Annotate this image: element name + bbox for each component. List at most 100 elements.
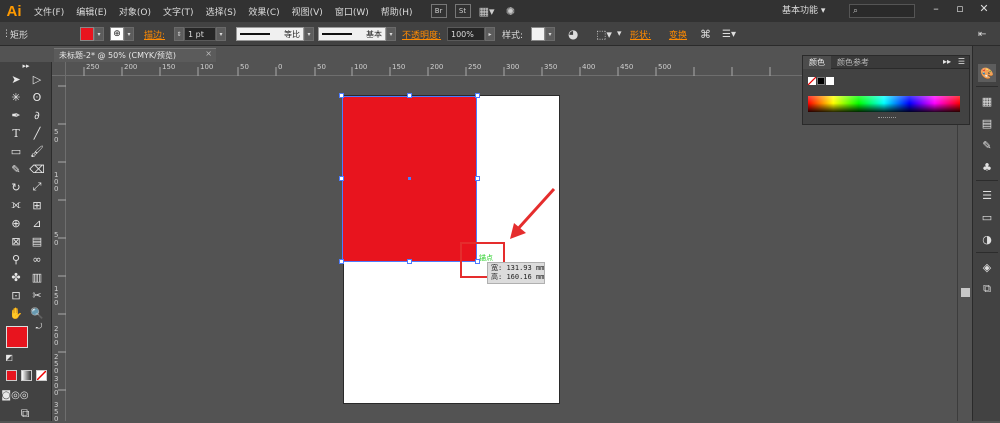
chevron-down-icon[interactable]: ▾ (216, 27, 226, 41)
swap-colors-icon[interactable]: ⤾ (34, 322, 44, 332)
isolate-icon[interactable]: ⌘ (700, 27, 711, 41)
selection-handle[interactable] (339, 259, 344, 264)
scale-tool-icon[interactable]: ⤢ (28, 178, 46, 196)
stroke-weight-input[interactable]: 1 pt (184, 27, 216, 41)
shape-label[interactable]: 形状: (630, 27, 651, 41)
screen-mode-icon[interactable]: ⧉ (16, 404, 34, 422)
gradient-tool-icon[interactable]: ▤ (28, 232, 46, 250)
close-button[interactable]: ✕ (974, 2, 994, 18)
gradient-mode-button[interactable] (21, 370, 32, 381)
arrange-documents-icon[interactable]: ▦▾ (479, 4, 495, 18)
color-guide-icon[interactable]: ▦ (978, 92, 996, 110)
default-colors-icon[interactable]: ◩ (4, 352, 14, 362)
graphic-style-swatch[interactable] (531, 27, 545, 41)
menu-type[interactable]: 文字(T) (157, 5, 200, 18)
white-swatch[interactable] (826, 77, 834, 85)
panel-menu-icon[interactable]: ☰▾ (722, 27, 736, 41)
bridge-icon[interactable]: Br (430, 4, 447, 18)
brush-select[interactable]: 基本 (318, 27, 386, 41)
none-swatch[interactable] (808, 77, 816, 85)
chevron-down-icon[interactable]: ▾ (304, 27, 314, 41)
chevron-down-icon[interactable]: ▾ (124, 27, 134, 41)
tab-color[interactable]: 颜色 (803, 55, 831, 69)
chevron-down-icon[interactable]: ▾ (94, 27, 104, 41)
color-mode-button[interactable] (6, 370, 17, 381)
recolor-icon[interactable]: ◕ (568, 27, 578, 41)
restore-button[interactable]: ▫ (950, 2, 970, 18)
paintbrush-tool-icon[interactable]: 🖌 (28, 142, 46, 160)
gpu-icon[interactable]: ✺ (503, 4, 519, 18)
panel-menu-icon[interactable]: ☰ (958, 57, 965, 66)
vertical-ruler[interactable]: 5 0 5 0 1 0 0 1 5 0 2 0 0 2 5 0 3 0 0 3 … (52, 76, 66, 423)
menu-effect[interactable]: 效果(C) (242, 5, 285, 18)
stroke-swatch[interactable]: ⊕ ▾ (110, 27, 134, 41)
panel-resize-grip[interactable] (878, 117, 896, 120)
draw-mode-icon[interactable]: ◙◎◎ (1, 386, 28, 404)
workspace-switcher[interactable]: 基本功能 ▾ (782, 3, 825, 16)
tab-color-guide[interactable]: 颜色参考 (831, 56, 875, 69)
stepper-icon[interactable]: ⇕ (174, 27, 184, 41)
artboard-tool-icon[interactable]: ⊡ (7, 286, 25, 304)
perspective-grid-tool-icon[interactable]: ⊿ (28, 214, 46, 232)
transparency-panel-icon[interactable]: ◑ (978, 230, 996, 248)
selection-handle[interactable] (475, 93, 480, 98)
color-spectrum[interactable] (808, 96, 960, 112)
menu-object[interactable]: 对象(O) (113, 5, 157, 18)
pencil-tool-icon[interactable]: ✎ (7, 160, 25, 178)
column-graph-tool-icon[interactable]: ▥ (28, 268, 46, 286)
document-canvas[interactable]: 锚点 宽: 131.93 mm 高: 160.16 mm (66, 77, 972, 421)
fill-color-swatch[interactable] (6, 326, 28, 348)
symbol-sprayer-tool-icon[interactable]: ✤ (7, 268, 25, 286)
profile-select[interactable]: 等比 (236, 27, 304, 41)
collapse-panel-icon[interactable]: ⇤ (978, 27, 986, 41)
transform-label[interactable]: 变换 (669, 27, 687, 41)
eyedropper-tool-icon[interactable]: ⚲ (7, 250, 25, 268)
scrollbar-thumb[interactable] (961, 288, 970, 297)
brushes-icon[interactable]: ✎ (978, 136, 996, 154)
swatches-icon[interactable]: ▤ (978, 114, 996, 132)
variable-width-profile[interactable]: 等比 ▾ (236, 27, 314, 41)
collapse-panel-icon[interactable]: ▸▸ (943, 57, 951, 66)
fill-color-swatch[interactable] (80, 27, 94, 41)
brush-definition[interactable]: 基本 ▾ (318, 27, 396, 41)
selection-handle[interactable] (475, 176, 480, 181)
eraser-tool-icon[interactable]: ⌫ (28, 160, 46, 178)
magic-wand-tool-icon[interactable]: ✳ (7, 88, 25, 106)
gradient-panel-icon[interactable]: ▭ (978, 208, 996, 226)
opacity-input[interactable]: 100% (447, 27, 485, 41)
stock-icon[interactable]: St (454, 4, 471, 18)
stroke-panel-icon[interactable]: ☰ (978, 186, 996, 204)
chevron-right-icon[interactable]: ▸ (485, 27, 495, 41)
selection-handle[interactable] (339, 93, 344, 98)
pen-tool-icon[interactable]: ✒ (7, 106, 25, 124)
color-panel-icon[interactable]: 🎨 (978, 64, 996, 82)
curvature-tool-icon[interactable]: ∂ (28, 106, 46, 124)
menu-window[interactable]: 窗口(W) (329, 5, 375, 18)
slice-tool-icon[interactable]: ✂ (28, 286, 46, 304)
width-tool-icon[interactable]: ⟗ (7, 196, 25, 214)
fill-swatch[interactable]: ▾ (80, 27, 104, 41)
close-icon[interactable]: × (205, 49, 212, 58)
graphic-style-control[interactable]: ▾ (531, 27, 555, 41)
hand-tool-icon[interactable]: ✋ (7, 304, 25, 322)
selection-tool-icon[interactable]: ➤ (7, 70, 25, 88)
selection-handle[interactable] (407, 259, 412, 264)
direct-selection-tool-icon[interactable]: ▷ (28, 70, 46, 88)
menu-select[interactable]: 选择(S) (200, 5, 243, 18)
artboards-panel-icon[interactable]: ⧉ (978, 280, 996, 298)
menu-view[interactable]: 视图(V) (286, 5, 329, 18)
chevron-down-icon[interactable]: ▾ (617, 27, 622, 41)
search-input[interactable]: ⌕ (849, 4, 915, 18)
opacity-label[interactable]: 不透明度: (402, 27, 441, 41)
lasso-tool-icon[interactable]: ʘ (28, 88, 46, 106)
type-tool-icon[interactable]: T (7, 124, 25, 142)
ruler-origin[interactable] (52, 62, 66, 76)
shape-builder-tool-icon[interactable]: ⊕ (7, 214, 25, 232)
menu-edit[interactable]: 编辑(E) (70, 5, 113, 18)
align-icon[interactable]: ⬚▾ (596, 27, 612, 41)
zoom-tool-icon[interactable]: 🔍 (28, 304, 46, 322)
selection-handle[interactable] (339, 176, 344, 181)
blend-tool-icon[interactable]: ∞ (28, 250, 46, 268)
black-swatch[interactable] (817, 77, 825, 85)
line-tool-icon[interactable]: ╱ (28, 124, 46, 142)
